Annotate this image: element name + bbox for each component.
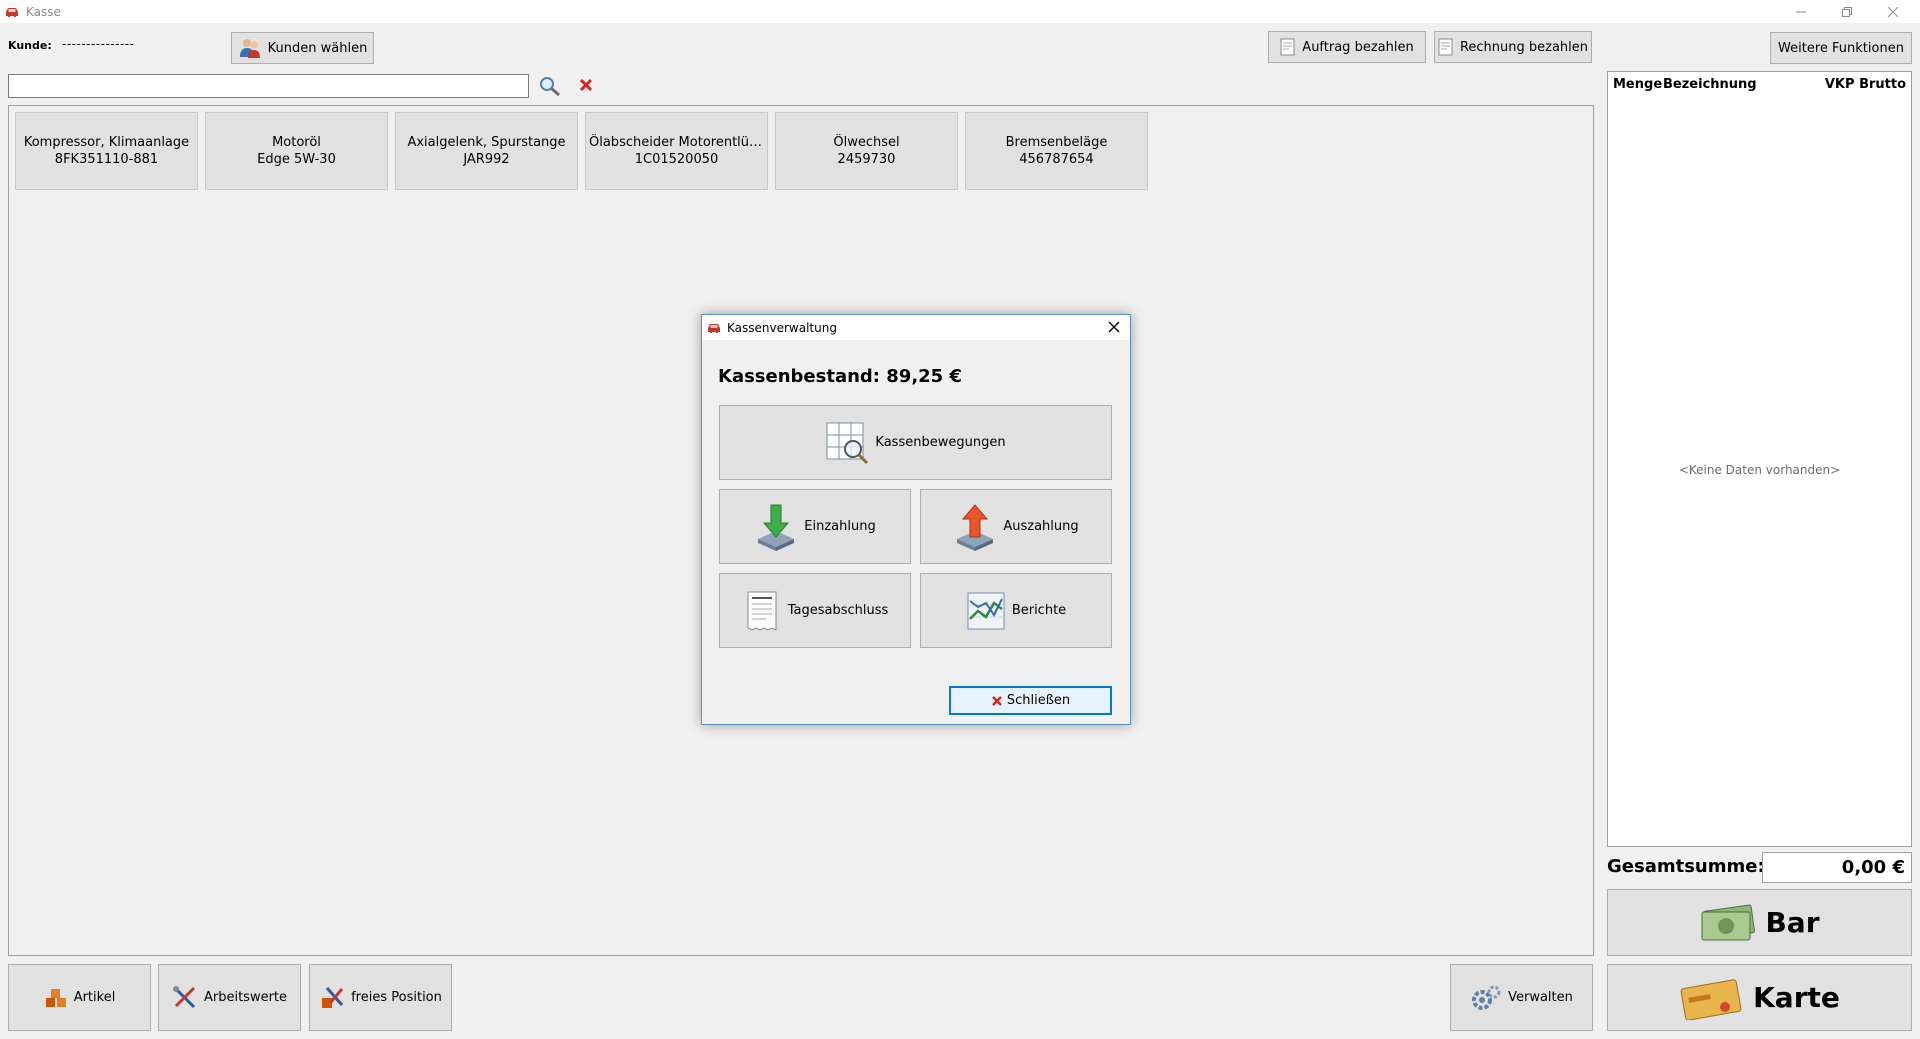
karte-payment-button[interactable]: Karte xyxy=(1607,964,1912,1031)
freies-position-label: freies Position xyxy=(351,990,442,1005)
verwalten-label: Verwalten xyxy=(1508,990,1573,1005)
kunde-value: --------------- xyxy=(62,37,135,51)
close-icon[interactable] xyxy=(1106,319,1122,335)
close-window-button[interactable] xyxy=(1870,0,1916,23)
auszahlung-label: Auszahlung xyxy=(1003,519,1079,534)
artikel-label: Artikel xyxy=(73,990,116,1005)
clear-search-icon[interactable] xyxy=(578,77,594,93)
article-number: JAR992 xyxy=(463,152,510,167)
receipt-icon xyxy=(742,588,782,634)
kassenbewegungen-button[interactable]: Kassenbewegungen xyxy=(719,405,1112,480)
deposit-icon xyxy=(754,503,798,551)
total-value: 0,00 € xyxy=(1762,852,1912,883)
kassenbestand-text: Kassenbestand: 89,25 € xyxy=(718,366,962,387)
einzahlung-label: Einzahlung xyxy=(804,519,876,534)
weitere-funktionen-button[interactable]: Weitere Funktionen xyxy=(1770,32,1912,64)
auszahlung-button[interactable]: Auszahlung xyxy=(920,489,1112,564)
article-number: 456787654 xyxy=(1019,152,1094,167)
column-header-bezeichnung[interactable]: Bezeichnung xyxy=(1663,77,1757,92)
window-title: Kasse xyxy=(26,4,61,19)
article-tile[interactable]: Axialgelenk, Spurstange JAR992 xyxy=(395,112,578,190)
schliessen-button[interactable]: Schließen xyxy=(949,686,1112,715)
article-name: Kompressor, Klimaanlage xyxy=(23,135,190,150)
car-icon xyxy=(6,7,18,17)
minimize-button[interactable] xyxy=(1778,0,1824,23)
kunde-label: Kunde: xyxy=(8,39,52,52)
total-label: Gesamtsumme: xyxy=(1607,856,1765,877)
search-icon[interactable] xyxy=(538,75,562,97)
article-number: 8FK351110-881 xyxy=(54,152,159,167)
article-tile[interactable]: Ölwechsel 2459730 xyxy=(775,112,958,190)
cash-icon xyxy=(1699,904,1757,942)
dialog-title: Kassenverwaltung xyxy=(727,320,837,335)
freies-position-button[interactable]: freies Position xyxy=(309,964,452,1031)
arbeitswerte-button[interactable]: Arbeitswerte xyxy=(158,964,301,1031)
weitere-funktionen-label: Weitere Funktionen xyxy=(1778,40,1904,56)
tools-box-icon xyxy=(319,985,345,1011)
auftrag-bezahlen-button[interactable]: Auftrag bezahlen xyxy=(1268,31,1426,63)
close-icon xyxy=(991,695,1003,707)
kassenbewegungen-label: Kassenbewegungen xyxy=(875,435,1006,450)
article-name: Ölwechsel xyxy=(833,135,900,150)
kunden-waehlen-button[interactable]: Kunden wählen xyxy=(231,32,374,64)
berichte-button[interactable]: Berichte xyxy=(920,573,1112,648)
artikel-button[interactable]: Artikel xyxy=(8,964,151,1031)
auftrag-bezahlen-label: Auftrag bezahlen xyxy=(1302,39,1414,55)
credit-card-icon xyxy=(1679,976,1745,1020)
einzahlung-button[interactable]: Einzahlung xyxy=(719,489,911,564)
article-tile[interactable]: Ölabscheider Motorentlüftu... 1C01520050 xyxy=(585,112,768,190)
article-tile[interactable]: Motoröl Edge 5W-30 xyxy=(205,112,388,190)
column-header-menge[interactable]: Menge xyxy=(1613,77,1662,92)
bar-payment-label: Bar xyxy=(1765,906,1820,939)
restore-icon xyxy=(1842,6,1852,17)
article-tile[interactable]: Bremsenbeläge 456787654 xyxy=(965,112,1148,190)
article-number: 1C01520050 xyxy=(634,152,719,167)
receipt-list[interactable]: Menge Bezeichnung VKP Brutto <Keine Date… xyxy=(1607,71,1912,847)
document-icon xyxy=(1280,38,1296,56)
article-name: Axialgelenk, Spurstange xyxy=(407,135,566,150)
restore-button[interactable] xyxy=(1824,0,1870,23)
schliessen-label: Schließen xyxy=(1006,693,1071,708)
article-tile[interactable]: Kompressor, Klimaanlage 8FK351110-881 xyxy=(15,112,198,190)
close-icon xyxy=(1888,6,1898,17)
window-titlebar: Kasse xyxy=(0,0,1920,23)
customers-icon xyxy=(238,37,262,59)
tagesabschluss-button[interactable]: Tagesabschluss xyxy=(719,573,911,648)
article-number: 2459730 xyxy=(837,152,896,167)
withdrawal-icon xyxy=(953,503,997,551)
arbeitswerte-label: Arbeitswerte xyxy=(203,990,288,1005)
bar-payment-button[interactable]: Bar xyxy=(1607,889,1912,956)
rechnung-bezahlen-label: Rechnung bezahlen xyxy=(1459,39,1589,55)
report-chart-icon xyxy=(966,589,1006,633)
article-number: Edge 5W-30 xyxy=(257,152,336,167)
dialog-titlebar: Kassenverwaltung xyxy=(702,315,1130,340)
article-name: Ölabscheider Motorentlüftu... xyxy=(589,135,764,150)
car-icon xyxy=(708,323,720,333)
search-input[interactable] xyxy=(8,74,529,98)
kassenverwaltung-dialog: Kassenverwaltung Kassenbestand: 89,25 € … xyxy=(701,314,1131,725)
tools-icon xyxy=(172,985,198,1011)
boxes-icon xyxy=(44,986,68,1010)
berichte-label: Berichte xyxy=(1011,603,1067,618)
empty-list-text: <Keine Daten vorhanden> xyxy=(1678,463,1841,477)
verwalten-button[interactable]: Verwalten xyxy=(1450,964,1593,1031)
invoice-icon xyxy=(1438,38,1454,56)
rechnung-bezahlen-button[interactable]: Rechnung bezahlen xyxy=(1434,31,1592,63)
column-header-vkp-brutto[interactable]: VKP Brutto xyxy=(1825,77,1906,92)
minimize-icon xyxy=(1796,11,1806,12)
article-name: Motoröl xyxy=(272,135,321,150)
kunden-waehlen-label: Kunden wählen xyxy=(267,40,368,56)
article-name: Bremsenbeläge xyxy=(1005,135,1108,150)
karte-payment-label: Karte xyxy=(1753,981,1840,1014)
gears-icon xyxy=(1470,983,1502,1013)
tagesabschluss-label: Tagesabschluss xyxy=(787,603,889,618)
table-search-icon xyxy=(825,421,869,465)
